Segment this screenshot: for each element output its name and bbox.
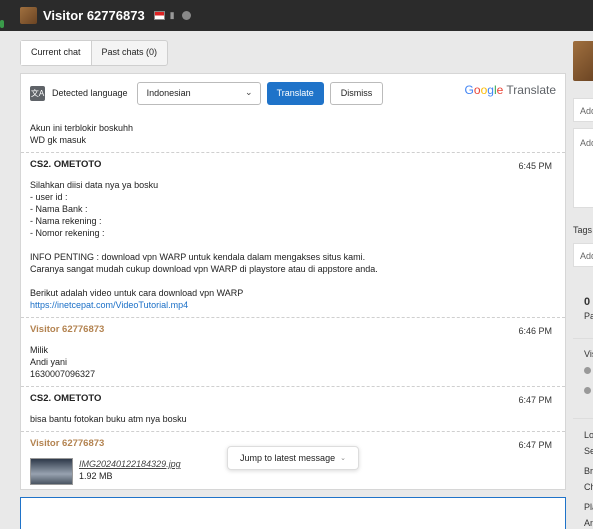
tags-input-placeholder: Add — [580, 251, 593, 261]
tags-input[interactable]: Add — [573, 243, 593, 267]
status-icon — [584, 367, 591, 374]
message-time: 6:47 PM — [518, 440, 552, 450]
attachment-size: 1.92 MB — [79, 471, 113, 481]
chevron-down-icon: ⌄ — [340, 455, 346, 462]
status-indicator — [0, 20, 4, 28]
info-other: An — [584, 518, 593, 528]
message-body: Akun ini terblokir boskuhh WD gk masuk — [21, 112, 565, 153]
indonesia-flag-icon — [153, 11, 165, 20]
visitor-avatar-large — [573, 41, 593, 81]
visitor-title: Visitor 62776873 — [43, 8, 145, 23]
message-sender: Visitor 62776873 — [30, 324, 105, 335]
chevron-down-icon: ⌄ — [245, 86, 253, 97]
message-line: - user id : — [30, 192, 68, 202]
notes-field[interactable]: Add — [573, 128, 593, 208]
attachment-thumbnail[interactable] — [30, 458, 73, 485]
tags-label: Tags — [573, 225, 593, 235]
message-line: Caranya sangat mudah cukup download vpn … — [30, 264, 378, 274]
language-select-value: Indonesian — [146, 87, 191, 98]
message-line: - Nama Bank : — [30, 204, 88, 214]
info-session: Se — [584, 446, 593, 456]
translate-wordmark: Translate — [506, 83, 556, 97]
info-platform: Pla — [584, 502, 593, 512]
translate-icon: 文A — [30, 85, 45, 101]
add-field-1-placeholder: Add — [580, 106, 593, 116]
jump-to-latest-label: Jump to latest message — [240, 453, 336, 463]
divider — [573, 418, 593, 419]
message-line: 1630007096327 — [30, 369, 96, 379]
chat-header: Visitor 62776873 ▮ — [0, 0, 593, 31]
translate-bar: 文A Detected language Indonesian ⌄ Transl… — [21, 74, 565, 112]
google-translate-logo: Google Translate — [465, 83, 556, 97]
translate-button[interactable]: Translate — [266, 81, 324, 105]
message-line: Berikut adalah video untuk cara download… — [30, 288, 244, 298]
message-line: bisa bantu fotokan buku atm nya bosku — [30, 414, 187, 424]
message-line: - Nomor rekening : — [30, 228, 105, 238]
chat-tabs: Current chat Past chats (0) — [20, 40, 169, 66]
visitor-avatar — [20, 7, 37, 24]
status-icon — [584, 387, 591, 394]
visit-count: 0 — [584, 296, 591, 308]
info-icon[interactable] — [181, 11, 191, 20]
chat-message: CS2. OMETOTO 6:45 PM Silahkan diisi data… — [21, 153, 565, 318]
message-sender: CS2. OMETOTO — [30, 159, 102, 170]
video-tutorial-link[interactable]: https://inetcepat.com/VideoTutorial.mp4 — [30, 300, 188, 310]
message-input[interactable] — [20, 497, 566, 529]
attachment-filename[interactable]: IMG20240122184329.jpg — [79, 458, 181, 470]
message-line: INFO PENTING : download vpn WARP untuk k… — [30, 252, 366, 262]
message-time: 6:47 PM — [518, 395, 552, 405]
detected-language-label: Detected language — [52, 88, 128, 98]
message-time: 6:45 PM — [518, 161, 552, 171]
info-location: Lo — [584, 430, 593, 440]
message-time: 6:46 PM — [518, 326, 552, 336]
add-field-1[interactable]: Add — [573, 98, 593, 122]
message-sender: CS2. OMETOTO — [30, 393, 102, 404]
visit-count-label: Pa — [584, 311, 593, 321]
message-line: Andi yani — [30, 357, 68, 367]
info-chat: Ch — [584, 482, 593, 492]
tab-past-chats[interactable]: Past chats (0) — [90, 41, 168, 65]
jump-to-latest-button[interactable]: Jump to latest message ⌄ — [227, 446, 359, 470]
visitor-section-label: Vis — [584, 349, 593, 359]
message-line: Milik — [30, 345, 48, 355]
tab-current-chat[interactable]: Current chat — [21, 41, 91, 65]
language-select[interactable]: Indonesian ⌄ — [136, 81, 261, 105]
device-icon: ▮ — [169, 10, 175, 20]
chat-transcript[interactable]: 文A Detected language Indonesian ⌄ Transl… — [20, 73, 566, 490]
message-line: Akun ini terblokir boskuhh — [30, 123, 134, 133]
divider — [573, 338, 593, 339]
dismiss-button[interactable]: Dismiss — [329, 81, 384, 105]
chat-message: CS2. OMETOTO 6:47 PM bisa bantu fotokan … — [21, 387, 565, 432]
message-line — [30, 275, 552, 287]
message-line — [30, 239, 552, 251]
message-line: Silahkan diisi data nya ya bosku — [30, 180, 159, 190]
notes-field-placeholder: Add — [580, 138, 593, 148]
message-line: WD gk masuk — [30, 135, 87, 145]
message-line: - Nama rekening : — [30, 216, 102, 226]
info-browser: Br — [584, 466, 593, 476]
google-wordmark: Google — [464, 83, 504, 97]
chat-message: Visitor 62776873 6:46 PM Milik Andi yani… — [21, 318, 565, 387]
